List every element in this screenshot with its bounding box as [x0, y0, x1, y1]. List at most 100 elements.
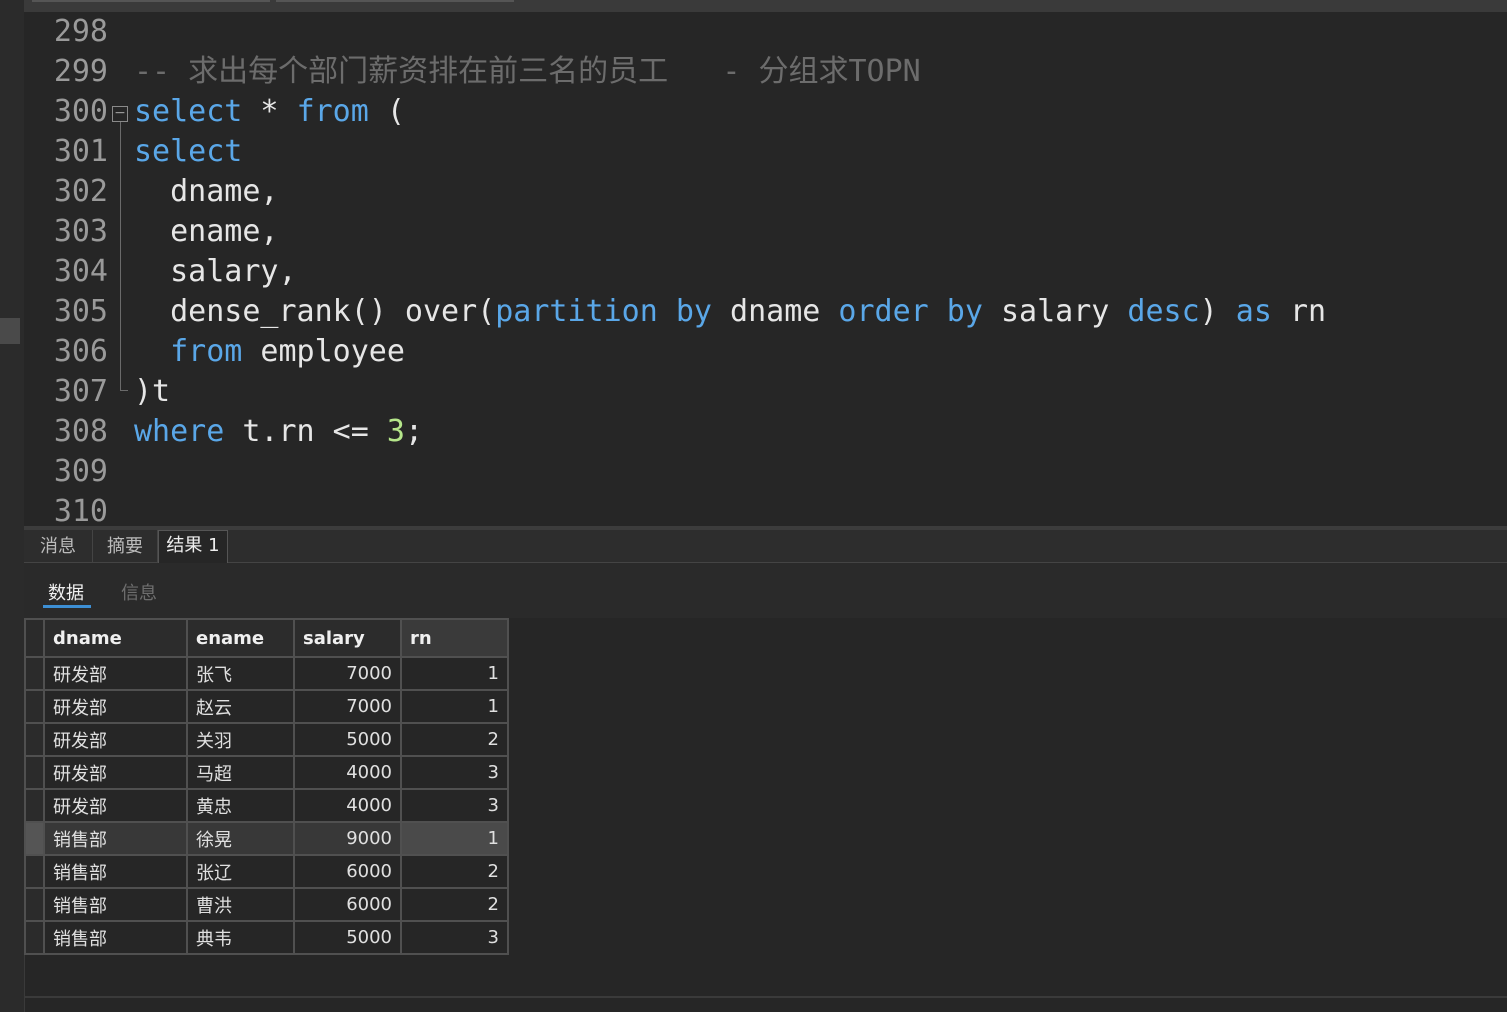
cell-salary[interactable]: 4000 [293, 788, 402, 823]
code-line[interactable]: 305 dense_rank() over(partition by dname… [24, 292, 1507, 332]
cell-ename[interactable]: 徐晃 [186, 821, 295, 856]
code-line[interactable]: 308 where t.rn <= 3; [24, 412, 1507, 452]
code-token: where [134, 414, 225, 449]
cell-dname[interactable]: 研发部 [43, 656, 188, 691]
code-text: ename, [134, 212, 278, 252]
cell-ename[interactable]: 曹洪 [186, 887, 295, 922]
cell-rn[interactable]: 1 [400, 656, 509, 691]
subtab-info[interactable]: 信息 [121, 579, 157, 605]
cell-ename[interactable]: 赵云 [186, 689, 295, 724]
code-line[interactable]: 304 salary, [24, 252, 1507, 292]
cell-rn[interactable]: 2 [400, 887, 509, 922]
cell-salary[interactable]: 7000 [293, 656, 402, 691]
top-tab-1[interactable] [32, 0, 270, 2]
row-header[interactable] [24, 689, 45, 724]
cell-ename[interactable]: 张辽 [186, 854, 295, 889]
code-text: dense_rank() over(partition by dname ord… [134, 292, 1326, 332]
tab-messages[interactable]: 消息 [24, 530, 93, 562]
tab-summary[interactable]: 摘要 [93, 530, 158, 562]
cell-salary[interactable]: 9000 [293, 821, 402, 856]
code-line[interactable]: 299 -- 求出每个部门薪资排在前三名的员工 - 分组求TOPN [24, 52, 1507, 92]
code-text: where t.rn <= 3; [134, 412, 423, 452]
code-line[interactable]: 307)t [24, 372, 1507, 412]
code-line[interactable]: 302 dname, [24, 172, 1507, 212]
row-header[interactable] [24, 722, 45, 757]
table-row[interactable]: 销售部 徐晃 9000 1 [24, 821, 509, 856]
row-header[interactable] [24, 854, 45, 889]
top-tab-2[interactable] [276, 0, 514, 2]
code-token: by [946, 294, 983, 329]
grid-header-row: dname ename salary rn [24, 618, 509, 658]
subtab-data[interactable]: 数据 [48, 579, 84, 605]
table-row[interactable]: 研发部 黄忠 4000 3 [24, 788, 509, 823]
code-token: order [838, 294, 929, 329]
cell-ename[interactable]: 典韦 [186, 920, 295, 955]
cell-dname[interactable]: 研发部 [43, 689, 188, 724]
status-divider [24, 996, 1507, 998]
table-row[interactable]: 销售部 典韦 5000 3 [24, 920, 509, 955]
line-number: 306 [53, 334, 108, 369]
line-number: 303 [53, 214, 108, 249]
table-row[interactable]: 研发部 关羽 5000 2 [24, 722, 509, 757]
cell-ename[interactable]: 关羽 [186, 722, 295, 757]
cell-rn[interactable]: 2 [400, 854, 509, 889]
cell-rn[interactable]: 2 [400, 722, 509, 757]
row-header-corner[interactable] [24, 618, 45, 658]
row-header[interactable] [24, 755, 45, 790]
code-line[interactable]: 298 [24, 12, 1507, 52]
cell-salary[interactable]: 6000 [293, 854, 402, 889]
cell-salary[interactable]: 7000 [293, 689, 402, 724]
row-header[interactable] [24, 821, 45, 856]
cell-dname[interactable]: 研发部 [43, 755, 188, 790]
cell-salary[interactable]: 5000 [293, 920, 402, 955]
cell-dname[interactable]: 销售部 [43, 854, 188, 889]
code-line[interactable]: 309 [24, 452, 1507, 492]
row-header[interactable] [24, 887, 45, 922]
cell-dname[interactable]: 销售部 [43, 821, 188, 856]
cell-dname[interactable]: 研发部 [43, 788, 188, 823]
row-header[interactable] [24, 920, 45, 955]
code-token: from [170, 334, 243, 369]
code-token: partition [495, 294, 658, 329]
table-row[interactable]: 研发部 赵云 7000 1 [24, 689, 509, 724]
column-header-rn[interactable]: rn [400, 618, 509, 658]
cell-rn[interactable]: 3 [400, 788, 509, 823]
column-header-salary[interactable]: salary [293, 618, 402, 658]
table-row[interactable]: 销售部 曹洪 6000 2 [24, 887, 509, 922]
line-number: 301 [53, 134, 108, 169]
code-line[interactable]: 300 select * from ( [24, 92, 1507, 132]
code-token: by [675, 294, 712, 329]
code-text: salary, [134, 252, 297, 292]
column-header-ename[interactable]: ename [186, 618, 295, 658]
row-header[interactable] [24, 788, 45, 823]
cell-rn[interactable]: 3 [400, 755, 509, 790]
column-header-dname[interactable]: dname [43, 618, 188, 658]
table-row[interactable]: 研发部 张飞 7000 1 [24, 656, 509, 691]
result-tabs: 消息 摘要 结果 1 [24, 530, 1507, 563]
code-line[interactable]: 301 select [24, 132, 1507, 172]
cell-rn[interactable]: 1 [400, 821, 509, 856]
cell-ename[interactable]: 黄忠 [186, 788, 295, 823]
table-row[interactable]: 销售部 张辽 6000 2 [24, 854, 509, 889]
cell-salary[interactable]: 6000 [293, 887, 402, 922]
row-header[interactable] [24, 656, 45, 691]
cell-ename[interactable]: 马超 [186, 755, 295, 790]
cell-ename[interactable]: 张飞 [186, 656, 295, 691]
code-token: -- 求出每个部门薪资排在前三名的员工 - 分组求TOPN [134, 54, 921, 89]
tab-result-1[interactable]: 结果 1 [158, 530, 228, 563]
code-line[interactable]: 310 [24, 492, 1507, 526]
code-line[interactable]: 303 ename, [24, 212, 1507, 252]
code-line[interactable]: 306 from employee [24, 332, 1507, 372]
subtab-active-indicator [43, 605, 91, 608]
cell-rn[interactable]: 1 [400, 689, 509, 724]
cell-dname[interactable]: 研发部 [43, 722, 188, 757]
sql-editor[interactable]: − 298 299 -- 求出每个部门薪资排在前三名的员工 - 分组求TOPN 300… [24, 12, 1507, 526]
cell-salary[interactable]: 5000 [293, 722, 402, 757]
cell-dname[interactable]: 销售部 [43, 887, 188, 922]
cell-dname[interactable]: 销售部 [43, 920, 188, 955]
cell-rn[interactable]: 3 [400, 920, 509, 955]
cell-salary[interactable]: 4000 [293, 755, 402, 790]
table-row[interactable]: 研发部 马超 4000 3 [24, 755, 509, 790]
code-token: salary, [134, 254, 297, 289]
